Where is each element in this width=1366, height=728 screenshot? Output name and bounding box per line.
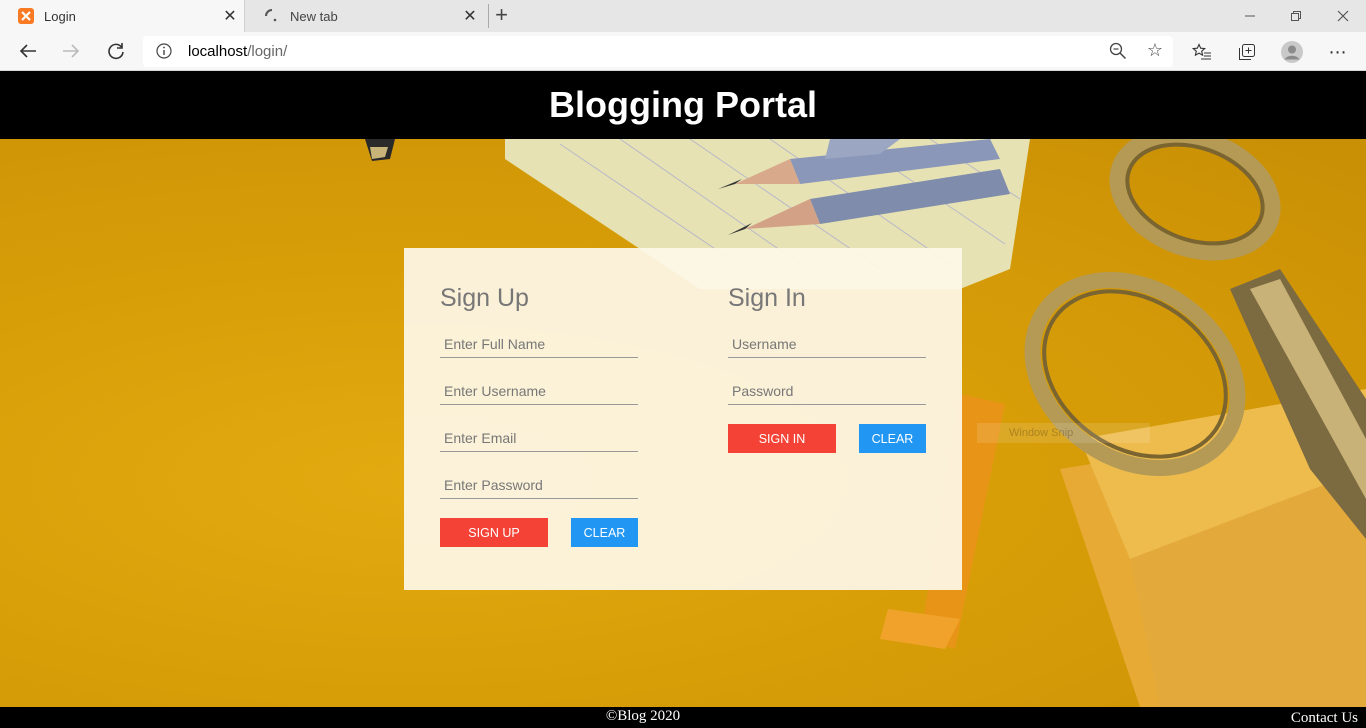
page-footer: ©Blog 2020 Contact Us (0, 707, 1366, 728)
tab-login[interactable]: Login ✕ (0, 0, 245, 32)
contact-us-link[interactable]: Contact Us (1291, 710, 1358, 727)
background-image: Sign Up SIGN UP CLEAR Sign In SIGN IN CL… (0, 139, 1366, 707)
tab-close-icon[interactable]: ✕ (216, 6, 244, 26)
tab-title: New tab (290, 8, 338, 24)
signin-clear-button[interactable]: CLEAR (859, 424, 926, 453)
signin-username-input[interactable] (728, 330, 926, 358)
auth-card: Sign Up SIGN UP CLEAR Sign In SIGN IN CL… (404, 248, 962, 590)
profile-icon[interactable] (1280, 40, 1304, 64)
signup-username-input[interactable] (440, 377, 638, 405)
zoom-icon[interactable] (1109, 42, 1127, 65)
new-tab-button[interactable]: + (488, 4, 514, 28)
url-path: /login/ (247, 43, 288, 60)
url-host: localhost (188, 43, 248, 60)
tab-strip: Login ✕ New tab ✕ + (0, 0, 1366, 32)
refresh-icon[interactable] (102, 38, 130, 64)
forward-icon[interactable] (57, 38, 85, 64)
address-bar[interactable]: localhost/login/ ☆ (143, 36, 1173, 67)
tab-new-tab[interactable]: New tab ✕ (246, 0, 484, 32)
info-icon[interactable] (155, 42, 173, 60)
signin-heading: Sign In (728, 284, 806, 312)
loading-icon (264, 8, 280, 24)
window-snip-overlay: Window Snip (977, 423, 1150, 443)
collections-icon[interactable] (1235, 40, 1259, 64)
more-icon[interactable]: ⋯ (1326, 40, 1350, 64)
signup-password-input[interactable] (440, 471, 638, 499)
signup-heading: Sign Up (440, 284, 529, 312)
close-icon[interactable] (1320, 0, 1366, 32)
browser-toolbar: localhost/login/ ☆ ⋯ (0, 32, 1366, 71)
sign-up-button[interactable]: SIGN UP (440, 518, 548, 547)
favorites-icon[interactable] (1190, 40, 1214, 64)
back-icon[interactable] (14, 38, 42, 64)
email-input[interactable] (440, 424, 638, 452)
signin-password-input[interactable] (728, 377, 926, 405)
minimize-icon[interactable] (1227, 0, 1273, 32)
signup-clear-button[interactable]: CLEAR (571, 518, 638, 547)
tab-title: Login (44, 8, 76, 24)
star-icon[interactable]: ☆ (1147, 40, 1163, 61)
copyright-text: ©Blog 2020 (605, 708, 681, 724)
url-text[interactable]: localhost/login/ (188, 43, 287, 60)
restore-icon[interactable] (1273, 0, 1319, 32)
fullname-input[interactable] (440, 330, 638, 358)
sign-in-button[interactable]: SIGN IN (728, 424, 836, 453)
tab-close-icon[interactable]: ✕ (456, 6, 484, 26)
page-viewport: Blogging Portal Sign Up Enter Full Name … (0, 71, 1366, 728)
xampp-favicon-icon (18, 8, 34, 24)
page-title: Blogging Portal (0, 71, 1366, 139)
